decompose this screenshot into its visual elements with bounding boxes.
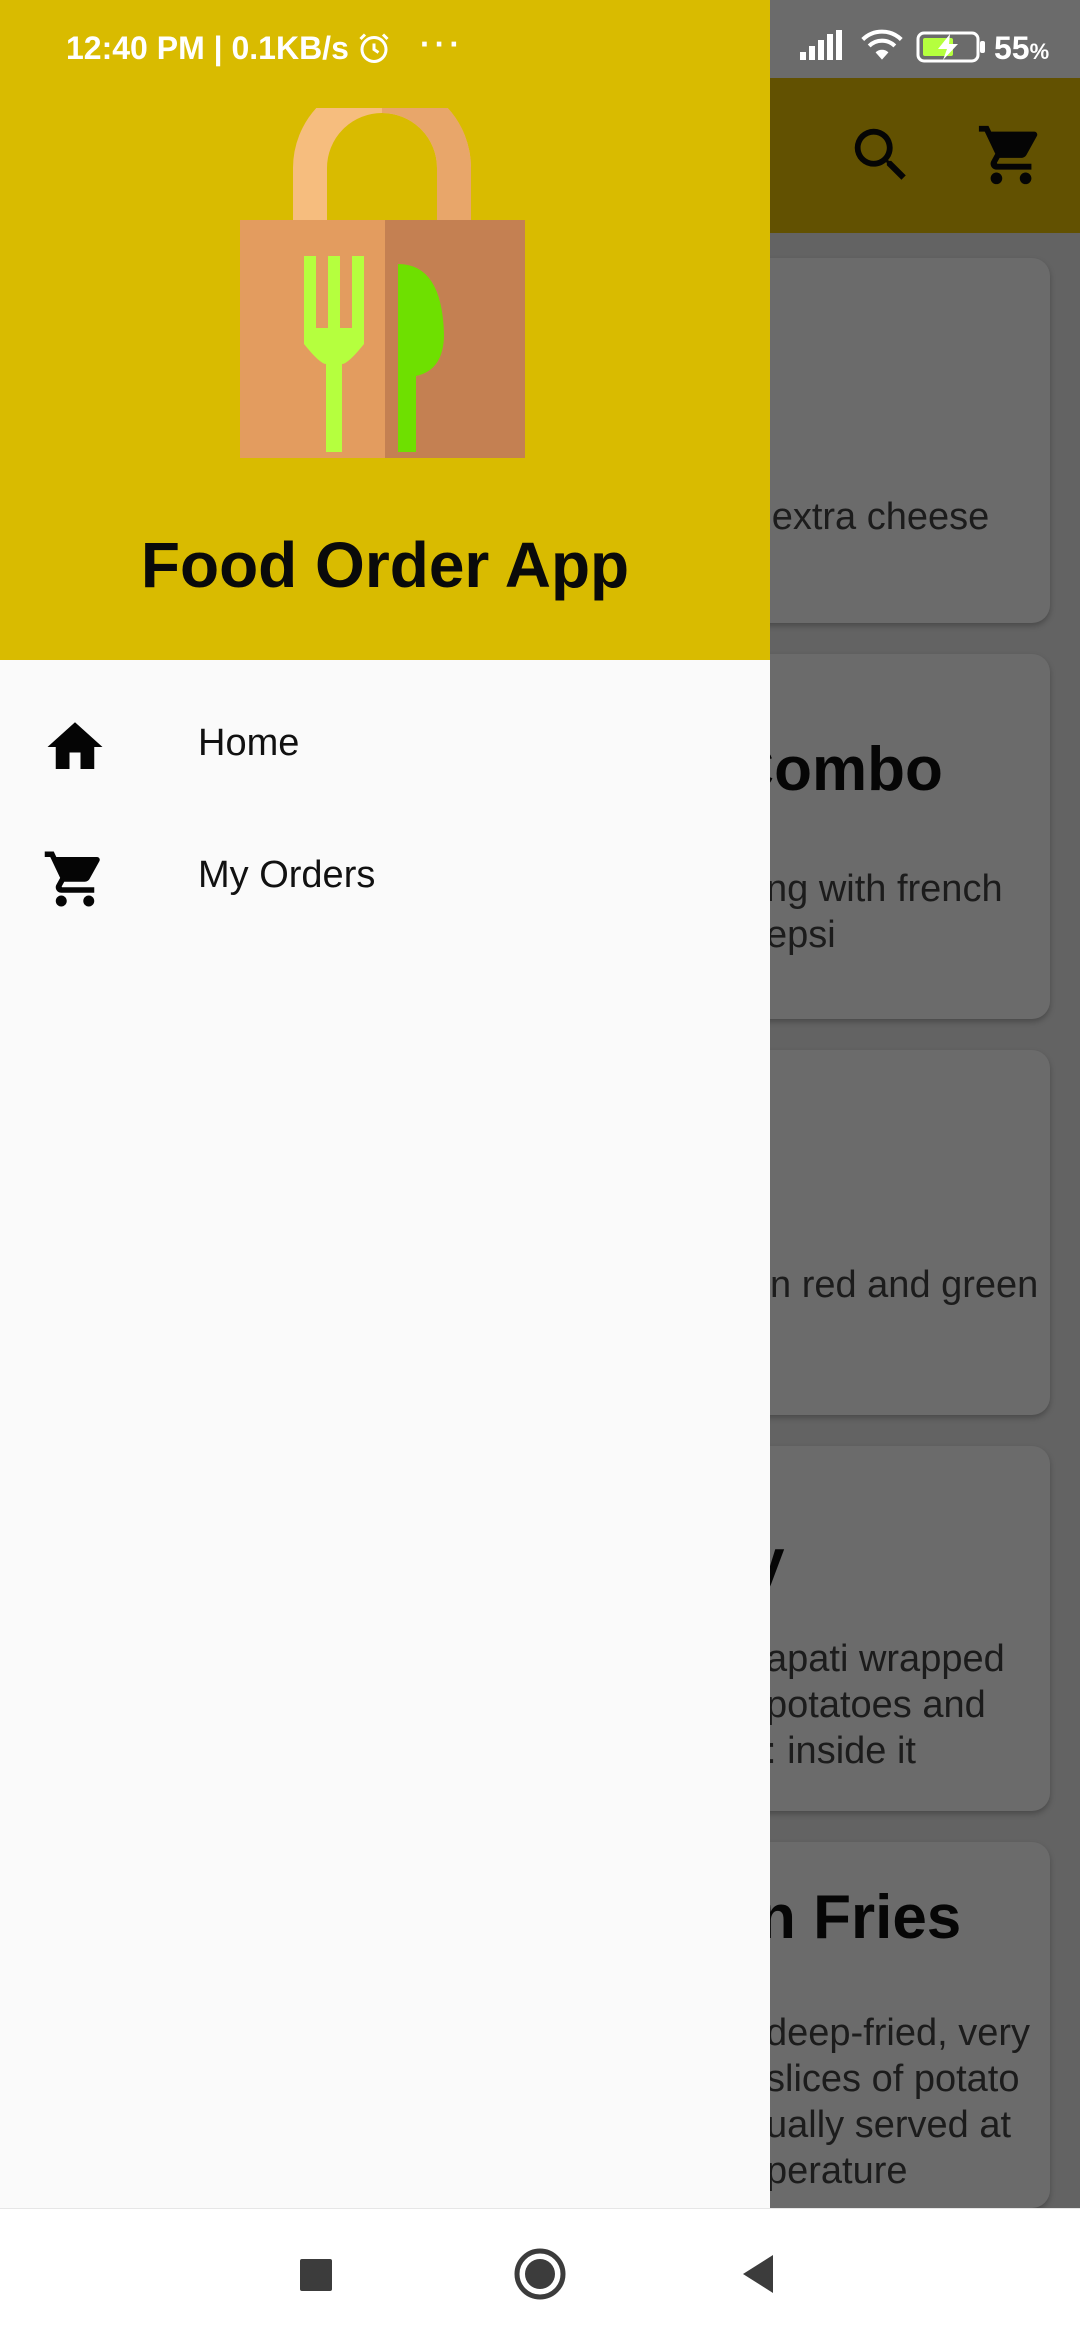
card-description: ng with french epsi xyxy=(766,868,1003,956)
home-button-icon[interactable] xyxy=(505,2239,575,2309)
system-navigation-bar xyxy=(0,2208,1080,2341)
card-title: n Fries xyxy=(758,1883,962,1952)
back-button-icon[interactable] xyxy=(725,2239,795,2309)
status-time: 12:40 PM | 0.1KB/s xyxy=(66,30,349,66)
wifi-icon xyxy=(861,29,903,60)
search-icon[interactable] xyxy=(846,120,916,190)
drawer-header: Food Order App xyxy=(0,78,770,660)
card-description: apati wrapped potatoes and : inside it xyxy=(766,1638,1005,1772)
cart-icon[interactable] xyxy=(976,120,1046,190)
recents-button-icon[interactable] xyxy=(280,2239,350,2309)
cart-icon xyxy=(44,851,100,907)
battery-percent: 55% xyxy=(994,30,1050,66)
app-title: Food Order App xyxy=(140,529,630,601)
alarm-icon xyxy=(359,33,389,63)
drawer-item-label: My Orders xyxy=(198,854,376,896)
drawer-item-home[interactable]: Home xyxy=(0,686,770,806)
card-description: deep-fried, very slices of potato ually … xyxy=(766,2012,1031,2192)
status-bar: 12:40 PM | 0.1KB/s ··· 55% xyxy=(0,0,1080,78)
app-logo-icon xyxy=(240,108,525,458)
battery-charging-icon xyxy=(916,31,985,63)
drawer-item-my-orders[interactable]: My Orders xyxy=(0,818,770,938)
drawer-item-label: Home xyxy=(198,722,300,764)
card-description: n extra cheese xyxy=(740,496,990,538)
signal-icon xyxy=(800,30,842,60)
card-title: y xyxy=(750,1526,1050,1597)
more-notifications-icon: ··· xyxy=(420,26,464,62)
card-description: n red and green xyxy=(770,1264,1039,1306)
home-icon xyxy=(47,722,103,769)
navigation-drawer: Food Order App Home My Orders xyxy=(0,0,770,2208)
